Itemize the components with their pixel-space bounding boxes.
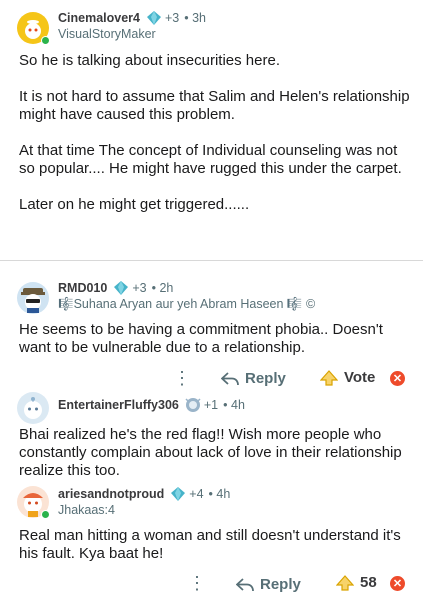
timestamp: • 4h [208,487,231,501]
user-avatar-icon [17,392,49,424]
user-flair: 🎼Suhana Aryan aur yeh Abram Haseen 🎼 © [58,297,316,311]
gem-icon [170,486,186,502]
reply-button[interactable]: Reply [221,370,286,387]
karma-count: +3 [164,11,180,25]
downvote-x-icon[interactable]: ✕ [390,576,405,591]
reply-label: Reply [260,576,301,593]
username[interactable]: EntertainerFluffy306 [58,398,179,412]
comment-header: ariesandnotproud +4 • 4h [58,486,230,502]
comment-header: EntertainerFluffy306 +1 • 4h [58,397,245,413]
upvote-button[interactable]: 58 [336,574,377,591]
comment-paragraph: So he is talking about insecurities here… [19,52,280,69]
comment-paragraph: At that time The concept of Individual c… [19,142,402,177]
username[interactable]: Cinemalover4 [58,11,140,25]
upvote-arrow-icon [336,574,354,591]
timestamp: • 2h [151,281,174,295]
vote-label: Vote [344,369,376,386]
avatar[interactable] [17,392,49,424]
username[interactable]: ariesandnotproud [58,487,164,501]
username[interactable]: RMD010 [58,281,107,295]
online-indicator [41,36,50,45]
online-indicator [41,510,50,519]
downvote-x-icon[interactable]: ✕ [390,371,405,386]
reply-arrow-icon [221,371,239,385]
avatar[interactable] [17,486,50,519]
more-options-button[interactable]: ⋮ [188,573,206,594]
copyright-icon: © [305,297,316,311]
reply-button[interactable]: Reply [236,576,301,593]
avatar[interactable] [17,12,50,45]
comment-paragraph: It is not hard to assume that Salim and … [19,88,410,123]
gem-icon [146,10,162,26]
music-note-icon: 🎼 [286,297,303,311]
comment-body: Real man hitting a woman and still doesn… [19,527,401,562]
karma-count: +3 [132,281,147,295]
karma-count: +1 [203,398,219,412]
comment-body: So he is talking about insecurities here… [19,52,414,232]
music-note-icon: 🎼 [58,297,74,311]
upvote-button[interactable]: Vote [320,369,375,386]
avatar[interactable] [17,282,49,314]
reply-arrow-icon [236,577,254,591]
karma-count: +4 [189,487,204,501]
divider [0,260,423,261]
more-options-button[interactable]: ⋮ [173,368,191,389]
timestamp: • 4h [223,398,245,412]
badge-icon [185,397,201,413]
timestamp: • 3h [184,11,207,25]
user-avatar-icon [17,282,49,314]
reply-label: Reply [245,370,286,387]
gem-icon [113,280,129,296]
comment-header: RMD010 +3 • 2h [58,280,173,296]
comment-header: Cinemalover4 +3 • 3h [58,10,206,26]
comment-body: Bhai realized he's the red flag!! Wish m… [19,426,402,479]
comment-paragraph: Later on he might get triggered...... [19,196,250,213]
user-flair: VisualStoryMaker [58,27,156,41]
upvote-arrow-icon [320,369,338,386]
user-flair: Jhakaas:4 [58,503,115,517]
comment-body: He seems to be having a commitment phobi… [19,321,383,356]
vote-count: 58 [360,574,377,591]
